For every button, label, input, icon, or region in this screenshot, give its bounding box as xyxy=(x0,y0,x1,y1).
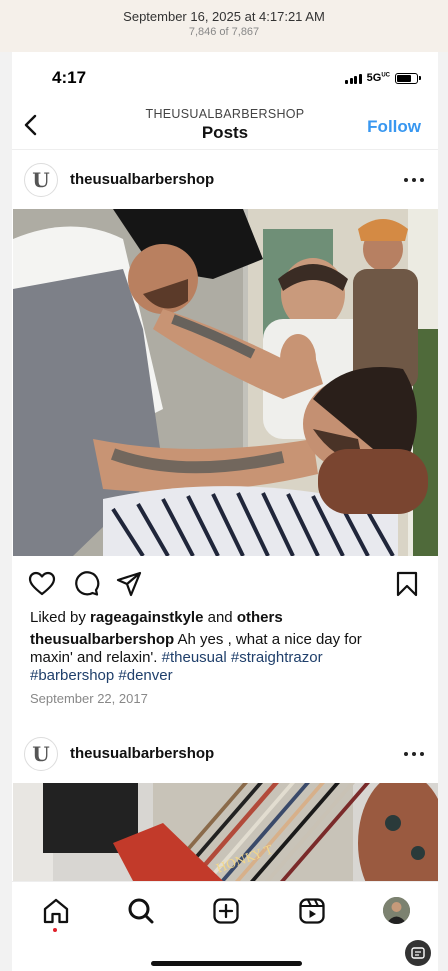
capture-datetime: September 16, 2025 at 4:17:21 AM xyxy=(123,9,325,24)
capture-counter: 7,846 of 7,867 xyxy=(188,26,260,38)
hashtag[interactable]: #theusual xyxy=(162,649,227,666)
post-date: September 22, 2017 xyxy=(30,691,148,706)
status-icons: 5GUC xyxy=(345,71,421,85)
post-username[interactable]: theusualbarbershop xyxy=(70,171,214,188)
follow-button[interactable]: Follow xyxy=(367,117,421,137)
more-options-icon[interactable] xyxy=(404,170,424,190)
status-bar: 4:17 5GUC xyxy=(12,52,438,102)
home-indicator xyxy=(151,961,302,966)
nav-header: THEUSUALBARBERSHOP Posts Follow xyxy=(12,102,438,150)
post-username[interactable]: theusualbarbershop xyxy=(70,745,214,762)
notification-dot xyxy=(53,928,57,932)
capture-banner: September 16, 2025 at 4:17:21 AM 7,846 o… xyxy=(0,0,448,52)
bookmark-icon[interactable] xyxy=(393,570,421,598)
post-caption: theusualbarbershop Ah yes , what a nice … xyxy=(30,631,400,685)
records-photo-image: HONKY T xyxy=(13,783,438,881)
more-options-icon[interactable] xyxy=(404,744,424,764)
search-icon[interactable] xyxy=(126,896,156,926)
liked-by-user[interactable]: rageagainstkyle xyxy=(90,609,203,626)
reels-icon[interactable] xyxy=(297,896,327,926)
post-photo[interactable] xyxy=(13,209,438,556)
network-label: 5GUC xyxy=(366,72,390,84)
likes-line: Liked by rageagainstkyle and others xyxy=(30,609,283,626)
heart-icon[interactable] xyxy=(28,570,56,598)
battery-icon xyxy=(395,72,421,84)
bottom-tab-bar xyxy=(12,881,438,971)
profile-avatar[interactable] xyxy=(383,897,410,924)
avatar[interactable]: U xyxy=(24,163,58,197)
liked-others[interactable]: others xyxy=(237,609,283,626)
post-photo[interactable]: HONKY T xyxy=(13,783,438,881)
hashtag[interactable]: #barbershop xyxy=(30,667,114,684)
home-icon[interactable] xyxy=(41,896,71,926)
create-icon[interactable] xyxy=(211,896,241,926)
caption-username[interactable]: theusualbarbershop xyxy=(30,631,174,648)
send-icon[interactable] xyxy=(115,570,143,598)
avatar[interactable]: U xyxy=(24,737,58,771)
barber-photo-image xyxy=(13,209,438,556)
comment-icon[interactable] xyxy=(72,570,100,598)
hashtag[interactable]: #denver xyxy=(118,667,172,684)
assistive-touch-icon[interactable] xyxy=(405,940,431,966)
post-header: U theusualbarbershop xyxy=(12,158,438,202)
signal-icon xyxy=(345,73,362,84)
post-header: U theusualbarbershop xyxy=(12,732,438,776)
screenshot-page: September 16, 2025 at 4:17:21 AM 7,846 o… xyxy=(0,0,448,971)
post-actions xyxy=(12,566,438,602)
status-time: 4:17 xyxy=(52,68,87,87)
hashtag[interactable]: #straightrazor xyxy=(231,649,323,666)
phone-screen: 4:17 5GUC THEUSUALBARBERSHOP Posts Follo… xyxy=(12,52,438,971)
